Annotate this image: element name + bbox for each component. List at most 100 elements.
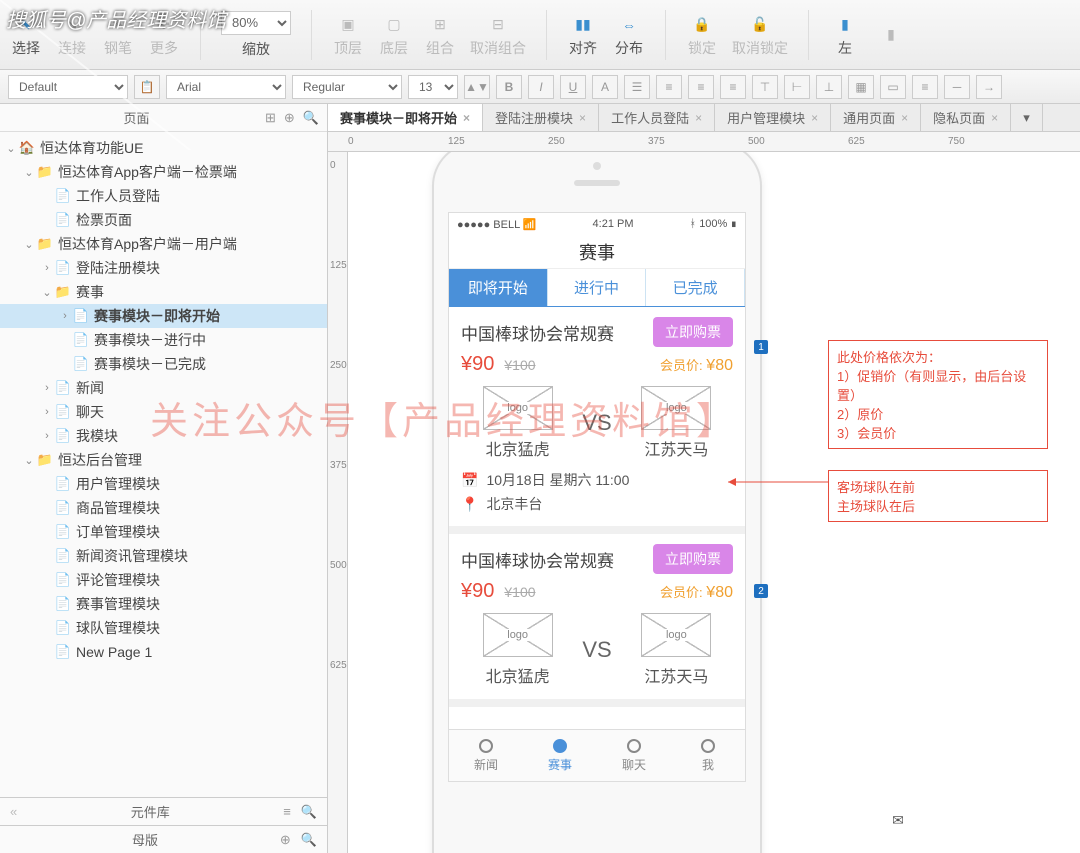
menu-icon[interactable]: ≡ <box>283 804 291 820</box>
annotation-note[interactable]: 客场球队在前 主场球队在后 <box>828 470 1048 522</box>
align-left-button[interactable]: ▮左 <box>829 12 861 58</box>
price-row: ¥90 ¥100 会员价: ¥80 <box>461 353 733 376</box>
tab-active[interactable]: 赛事模块－即将开始× <box>328 104 483 131</box>
copy-style-button[interactable]: 📋 <box>134 75 160 99</box>
tree-page-selected[interactable]: ›📄赛事模块－即将开始 <box>0 304 327 328</box>
line-width-button[interactable]: ≡ <box>912 75 938 99</box>
add-icon[interactable]: ⊕ <box>280 832 291 848</box>
close-icon[interactable]: × <box>811 111 818 125</box>
weight-select[interactable]: Regular <box>292 75 402 99</box>
bring-front-button[interactable]: ▣顶层 <box>332 12 364 58</box>
segtab-ongoing[interactable]: 进行中 <box>548 269 647 306</box>
tree-page[interactable]: 📄赛事模块－进行中 <box>0 328 327 352</box>
tabbar-news[interactable]: 新闻 <box>449 730 523 781</box>
close-icon[interactable]: × <box>463 111 470 125</box>
tabbar-chat[interactable]: 聊天 <box>597 730 671 781</box>
tree-page[interactable]: 📄赛事管理模块 <box>0 592 327 616</box>
tree-page[interactable]: 📄新闻资讯管理模块 <box>0 544 327 568</box>
tree-folder[interactable]: ⌄📁恒达后台管理 <box>0 448 327 472</box>
style-select[interactable]: Default <box>8 75 128 99</box>
tree-page[interactable]: 📄工作人员登陆 <box>0 184 327 208</box>
valign-m-button[interactable]: ⊢ <box>784 75 810 99</box>
annotation-note[interactable]: 此处价格依次为： 1）促销价（有则显示，由后台设置） 2）原价 3）会员价 <box>828 340 1048 449</box>
tree-folder[interactable]: ⌄📁恒达体育App客户端－用户端 <box>0 232 327 256</box>
font-select[interactable]: Arial <box>166 75 286 99</box>
tab[interactable]: 工作人员登陆× <box>599 104 715 131</box>
line-style-button[interactable]: ─ <box>944 75 970 99</box>
segtab-upcoming[interactable]: 即将开始 <box>449 269 548 306</box>
unlock-button[interactable]: 🔓取消锁定 <box>732 12 788 58</box>
valign-b-button[interactable]: ⊥ <box>816 75 842 99</box>
border-button[interactable]: ▭ <box>880 75 906 99</box>
tab[interactable]: 登陆注册模块× <box>483 104 599 131</box>
tree-page[interactable]: 📄赛事模块－已完成 <box>0 352 327 376</box>
tab[interactable]: 隐私页面× <box>921 104 1011 131</box>
align-l-button[interactable]: ≡ <box>656 75 682 99</box>
tree-page[interactable]: 📄New Page 1 <box>0 640 327 664</box>
valign-t-button[interactable]: ⊤ <box>752 75 778 99</box>
tree-page[interactable]: 📄检票页面 <box>0 208 327 232</box>
group-button[interactable]: ⊞组合 <box>424 12 456 58</box>
masters-panel-header[interactable]: 母版 ⊕🔍 <box>0 825 327 853</box>
tree-page[interactable]: ›📄聊天 <box>0 400 327 424</box>
zoom-select[interactable]: 80% <box>221 11 291 35</box>
lock-button[interactable]: 🔒锁定 <box>686 12 718 58</box>
tree-page[interactable]: 📄球队管理模块 <box>0 616 327 640</box>
annotation-marker[interactable]: 1 <box>754 340 768 354</box>
tree-root[interactable]: ⌄🏠恒达体育功能UE <box>0 136 327 160</box>
format-toolbar: Default 📋 Arial Regular 13 ▲▼ B I U A ☰ … <box>0 70 1080 104</box>
pages-tree[interactable]: ⌄🏠恒达体育功能UE ⌄📁恒达体育App客户端－检票端 📄工作人员登陆 📄检票页… <box>0 132 327 797</box>
fill-button[interactable]: ▦ <box>848 75 874 99</box>
zoom-control[interactable]: 80% 缩放 <box>221 11 291 59</box>
add-page-icon[interactable]: ⊕ <box>284 110 295 126</box>
segtab-done[interactable]: 已完成 <box>646 269 745 306</box>
tabbar-matches[interactable]: 赛事 <box>523 730 597 781</box>
tree-page[interactable]: 📄订单管理模块 <box>0 520 327 544</box>
canvas[interactable]: ●●●●● BELL 📶 4:21 PM ᚼ 100% ▮ 赛事 即将开始 进行… <box>348 152 1080 853</box>
search-icon[interactable]: 🔍 <box>301 832 317 848</box>
annotation-marker[interactable]: 2 <box>754 584 768 598</box>
size-step[interactable]: ▲▼ <box>464 75 490 99</box>
tree-page[interactable]: 📄用户管理模块 <box>0 472 327 496</box>
tab-menu[interactable]: ▾ <box>1011 104 1043 131</box>
align-c-button[interactable]: ≡ <box>688 75 714 99</box>
tree-folder[interactable]: ⌄📁恒达体育App客户端－检票端 <box>0 160 327 184</box>
size-select[interactable]: 13 <box>408 75 458 99</box>
close-icon[interactable]: × <box>695 111 702 125</box>
align-r-button[interactable]: ≡ <box>720 75 746 99</box>
tree-page[interactable]: ›📄登陆注册模块 <box>0 256 327 280</box>
close-icon[interactable]: × <box>579 111 586 125</box>
tab[interactable]: 用户管理模块× <box>715 104 831 131</box>
back-icon: ▢ <box>378 12 410 38</box>
watermark-bottom-right: ✉ 产品经理资料馆 <box>884 806 1060 835</box>
close-icon[interactable]: × <box>991 111 998 125</box>
match-card[interactable]: 中国棒球协会常规赛 立即购票 ¥90 ¥100 会员价: ¥80 logo北京猛… <box>449 307 745 534</box>
tree-page[interactable]: 📄评论管理模块 <box>0 568 327 592</box>
tab[interactable]: 通用页面× <box>831 104 921 131</box>
tree-page[interactable]: 📄商品管理模块 <box>0 496 327 520</box>
align-right-button[interactable]: ▮ <box>875 22 907 48</box>
match-card[interactable]: 中国棒球协会常规赛 立即购票 ¥90 ¥100 会员价: ¥80 logo北京猛… <box>449 534 745 707</box>
ungroup-button[interactable]: ⊟取消组合 <box>470 12 526 58</box>
underline-button[interactable]: U <box>560 75 586 99</box>
tabbar-me[interactable]: 我 <box>671 730 745 781</box>
tree-page[interactable]: ›📄新闻 <box>0 376 327 400</box>
text-color-button[interactable]: A <box>592 75 618 99</box>
bullets-button[interactable]: ☰ <box>624 75 650 99</box>
arrow-button[interactable]: → <box>976 75 1002 99</box>
send-back-button[interactable]: ▢底层 <box>378 12 410 58</box>
close-icon[interactable]: × <box>901 111 908 125</box>
buy-ticket-button[interactable]: 立即购票 <box>653 317 733 347</box>
components-panel-header[interactable]: « 元件库 ≡🔍 <box>0 797 327 825</box>
tree-page[interactable]: ›📄我模块 <box>0 424 327 448</box>
tree-folder[interactable]: ⌄📁赛事 <box>0 280 327 304</box>
search-icon[interactable]: 🔍 <box>301 804 317 820</box>
align-button[interactable]: ▮▮对齐 <box>567 12 599 58</box>
buy-ticket-button[interactable]: 立即购票 <box>653 544 733 574</box>
distribute-button[interactable]: ⇔分布 <box>613 12 645 58</box>
bold-button[interactable]: B <box>496 75 522 99</box>
italic-button[interactable]: I <box>528 75 554 99</box>
wifi-icon: 📶 <box>523 219 537 231</box>
add-folder-icon[interactable]: ⊞ <box>265 110 276 126</box>
search-pages-icon[interactable]: 🔍 <box>303 110 319 126</box>
